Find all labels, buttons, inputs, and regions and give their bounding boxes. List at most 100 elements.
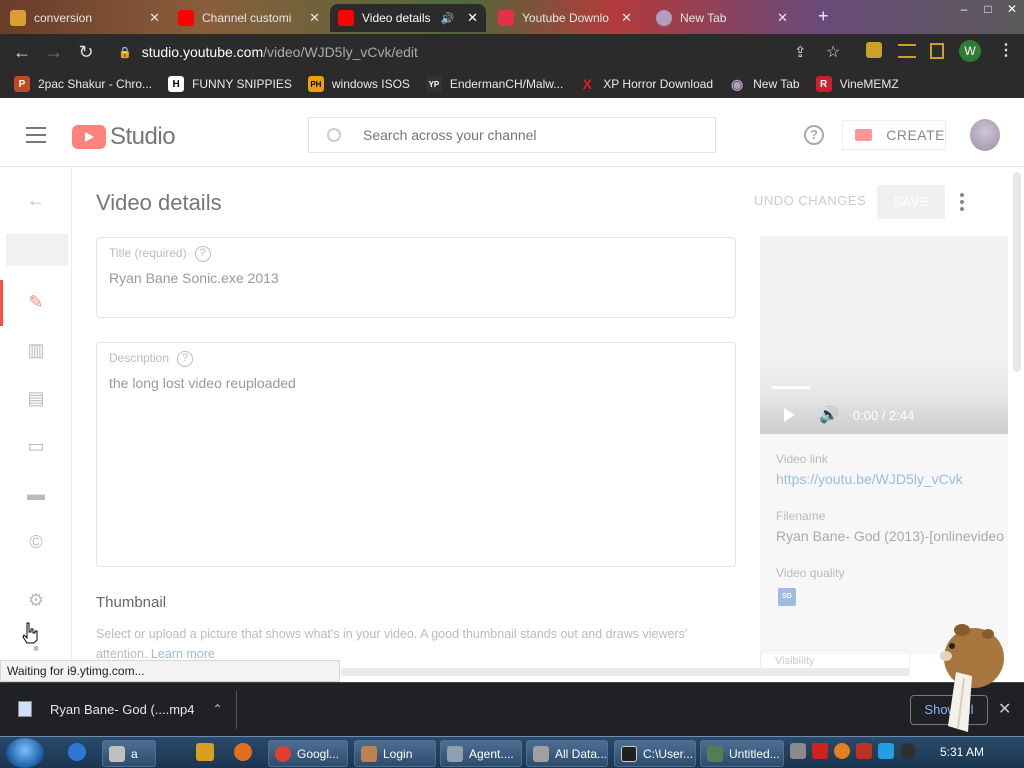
tray-icon[interactable] bbox=[790, 743, 806, 759]
new-tab-plus-icon[interactable]: + bbox=[818, 6, 829, 27]
progress-bar[interactable] bbox=[772, 386, 810, 389]
close-icon[interactable]: ✕ bbox=[143, 10, 160, 26]
bookmark-favicon-icon: H bbox=[168, 76, 185, 92]
title-value[interactable]: Ryan Bane Sonic.exe 2013 bbox=[109, 270, 279, 286]
address-bar[interactable]: 🔒 studio.youtube.com/video/WJD5ly_vCvk/e… bbox=[108, 39, 860, 65]
bookmark-item[interactable]: X XP Horror Download bbox=[579, 76, 714, 92]
extensions-puzzle-icon[interactable] bbox=[866, 42, 882, 58]
taskbar-item[interactable]: All Data... bbox=[526, 740, 608, 767]
vlc-icon[interactable] bbox=[234, 743, 252, 761]
video-quality-label: Video quality bbox=[776, 566, 845, 580]
filename-value: Ryan Bane- God (2013)-[onlinevideo bbox=[776, 528, 1005, 544]
undo-changes-button[interactable]: UNDO CHANGES bbox=[754, 193, 866, 208]
close-icon[interactable]: ✕ bbox=[771, 10, 788, 26]
internet-explorer-icon[interactable] bbox=[68, 743, 86, 761]
bookmark-item[interactable]: PH windows ISOS bbox=[307, 76, 410, 92]
video-link[interactable]: https://youtu.be/WJD5ly_vCvk bbox=[776, 471, 1008, 487]
tab-channel-customization[interactable]: Channel customi ✕ bbox=[170, 4, 328, 32]
volume-icon[interactable]: 🔊 bbox=[819, 405, 839, 425]
hand-cursor-icon bbox=[22, 622, 38, 644]
bookmark-item[interactable]: ◉ New Tab bbox=[729, 76, 800, 92]
url-path: /video/WJD5ly_vCvk/edit bbox=[263, 44, 418, 60]
reload-icon[interactable]: ↻ bbox=[70, 36, 102, 68]
channel-search[interactable] bbox=[308, 117, 716, 153]
help-circle-icon[interactable]: ? bbox=[194, 246, 211, 262]
editor-clapper-icon[interactable]: ▤ bbox=[26, 388, 46, 408]
more-options-icon[interactable] bbox=[960, 193, 968, 211]
lock-icon: 🔒 bbox=[118, 46, 132, 59]
system-tray bbox=[790, 743, 916, 759]
profile-avatar[interactable]: W bbox=[959, 40, 981, 62]
taskbar-item[interactable]: Login bbox=[354, 740, 436, 767]
bookmark-label: XP Horror Download bbox=[603, 77, 714, 91]
channel-avatar[interactable] bbox=[970, 119, 1000, 151]
analytics-icon[interactable]: ▥ bbox=[26, 340, 46, 360]
youtube-play-icon bbox=[72, 125, 106, 149]
save-button[interactable]: SAVE bbox=[877, 185, 945, 219]
bookmark-item[interactable]: H FUNNY SNIPPIES bbox=[168, 76, 292, 92]
tray-icon[interactable] bbox=[834, 743, 850, 759]
subtitles-icon[interactable]: ▬ bbox=[26, 484, 46, 504]
visibility-field[interactable]: Visibility bbox=[760, 650, 910, 670]
settings-gear-icon[interactable]: ⚙ bbox=[26, 590, 46, 610]
taskbar-item[interactable]: Agent.... bbox=[440, 740, 522, 767]
edit-pencil-icon[interactable]: ✎ bbox=[26, 292, 46, 312]
tray-icon[interactable] bbox=[812, 743, 828, 759]
side-panel-icon[interactable] bbox=[930, 43, 944, 59]
studio-logo[interactable]: Studio bbox=[72, 123, 176, 151]
share-icon[interactable]: ⇪ bbox=[794, 43, 807, 61]
window-controls: – □ ✕ bbox=[952, 0, 1024, 20]
left-navigation-rail: ← ✎ ▥ ▤ ▭ ▬ © ⚙ ▪ bbox=[0, 168, 72, 688]
back-arrow-icon[interactable]: ← bbox=[26, 190, 46, 210]
description-field-label: Description? bbox=[109, 351, 194, 367]
comments-icon[interactable]: ▭ bbox=[26, 436, 46, 456]
tab-conversion[interactable]: conversion ✕ bbox=[2, 4, 168, 32]
chevron-up-icon[interactable]: ⌃ bbox=[213, 702, 223, 716]
speaker-icon[interactable]: 🔊 bbox=[441, 12, 455, 25]
horizontal-scrollbar[interactable] bbox=[340, 668, 910, 676]
search-input[interactable] bbox=[363, 127, 663, 143]
learn-more-link[interactable]: Learn more bbox=[151, 647, 215, 661]
chrome-menu-icon[interactable]: ⋮ bbox=[998, 40, 1014, 60]
title-field[interactable]: Title (required)? Ryan Bane Sonic.exe 20… bbox=[96, 237, 736, 318]
hamburger-menu-icon[interactable] bbox=[26, 127, 46, 143]
taskbar-item[interactable]: a bbox=[102, 740, 156, 767]
minimize-button[interactable]: – bbox=[952, 0, 976, 18]
start-orb-icon[interactable] bbox=[6, 738, 44, 768]
tray-icon[interactable] bbox=[856, 743, 872, 759]
bookmark-favicon-icon: PH bbox=[307, 76, 324, 92]
help-circle-icon[interactable]: ? bbox=[177, 351, 194, 367]
copyright-icon[interactable]: © bbox=[26, 532, 46, 552]
vertical-scrollbar[interactable] bbox=[1013, 172, 1021, 372]
taskbar-item-chrome[interactable]: Googl... bbox=[268, 740, 348, 767]
close-window-button[interactable]: ✕ bbox=[1000, 0, 1024, 18]
taskbar-item[interactable]: Untitled... bbox=[700, 740, 784, 767]
tab-youtube-downloader[interactable]: Youtube Downlo ✕ bbox=[490, 4, 640, 32]
description-value[interactable]: the long lost video reuploaded bbox=[109, 375, 296, 391]
taskbar-item-cmd[interactable]: C:\User... bbox=[614, 740, 696, 767]
maximize-button[interactable]: □ bbox=[976, 0, 1000, 18]
bookmark-item[interactable]: R VineMEMZ bbox=[815, 76, 899, 92]
tray-icon[interactable] bbox=[878, 743, 894, 759]
back-arrow-icon[interactable]: ← bbox=[6, 36, 38, 68]
create-button[interactable]: CREATE bbox=[842, 120, 946, 150]
bookmark-label: 2pac Shakur - Chro... bbox=[38, 77, 153, 91]
close-icon[interactable]: ✕ bbox=[461, 10, 478, 26]
taskbar-clock[interactable]: 5:31 AM bbox=[940, 745, 984, 759]
play-icon[interactable] bbox=[784, 408, 795, 422]
close-icon[interactable]: ✕ bbox=[303, 10, 320, 26]
tab-video-details[interactable]: Video details 🔊 ✕ bbox=[330, 4, 486, 32]
media-player-icon[interactable] bbox=[196, 743, 214, 761]
download-item[interactable]: Ryan Bane- God (....mp4 ⌃ bbox=[18, 701, 223, 717]
close-icon[interactable]: ✕ bbox=[615, 10, 632, 26]
bookmark-item[interactable]: YP EndermanCH/Malw... bbox=[425, 76, 563, 92]
media-playlist-icon[interactable] bbox=[898, 44, 916, 58]
bookmark-item[interactable]: P 2pac Shakur - Chro... bbox=[14, 76, 152, 92]
description-field[interactable]: Description? the long lost video reuploa… bbox=[96, 342, 736, 567]
star-bookmark-icon[interactable]: ☆ bbox=[826, 42, 840, 62]
tab-new-tab[interactable]: New Tab ✕ bbox=[648, 4, 796, 32]
forward-arrow-icon[interactable]: → bbox=[38, 36, 70, 68]
video-preview-player[interactable]: 🔊 0:00 / 2:44 bbox=[760, 236, 1008, 434]
tray-icon[interactable] bbox=[900, 743, 916, 759]
help-icon[interactable]: ? bbox=[804, 125, 824, 145]
